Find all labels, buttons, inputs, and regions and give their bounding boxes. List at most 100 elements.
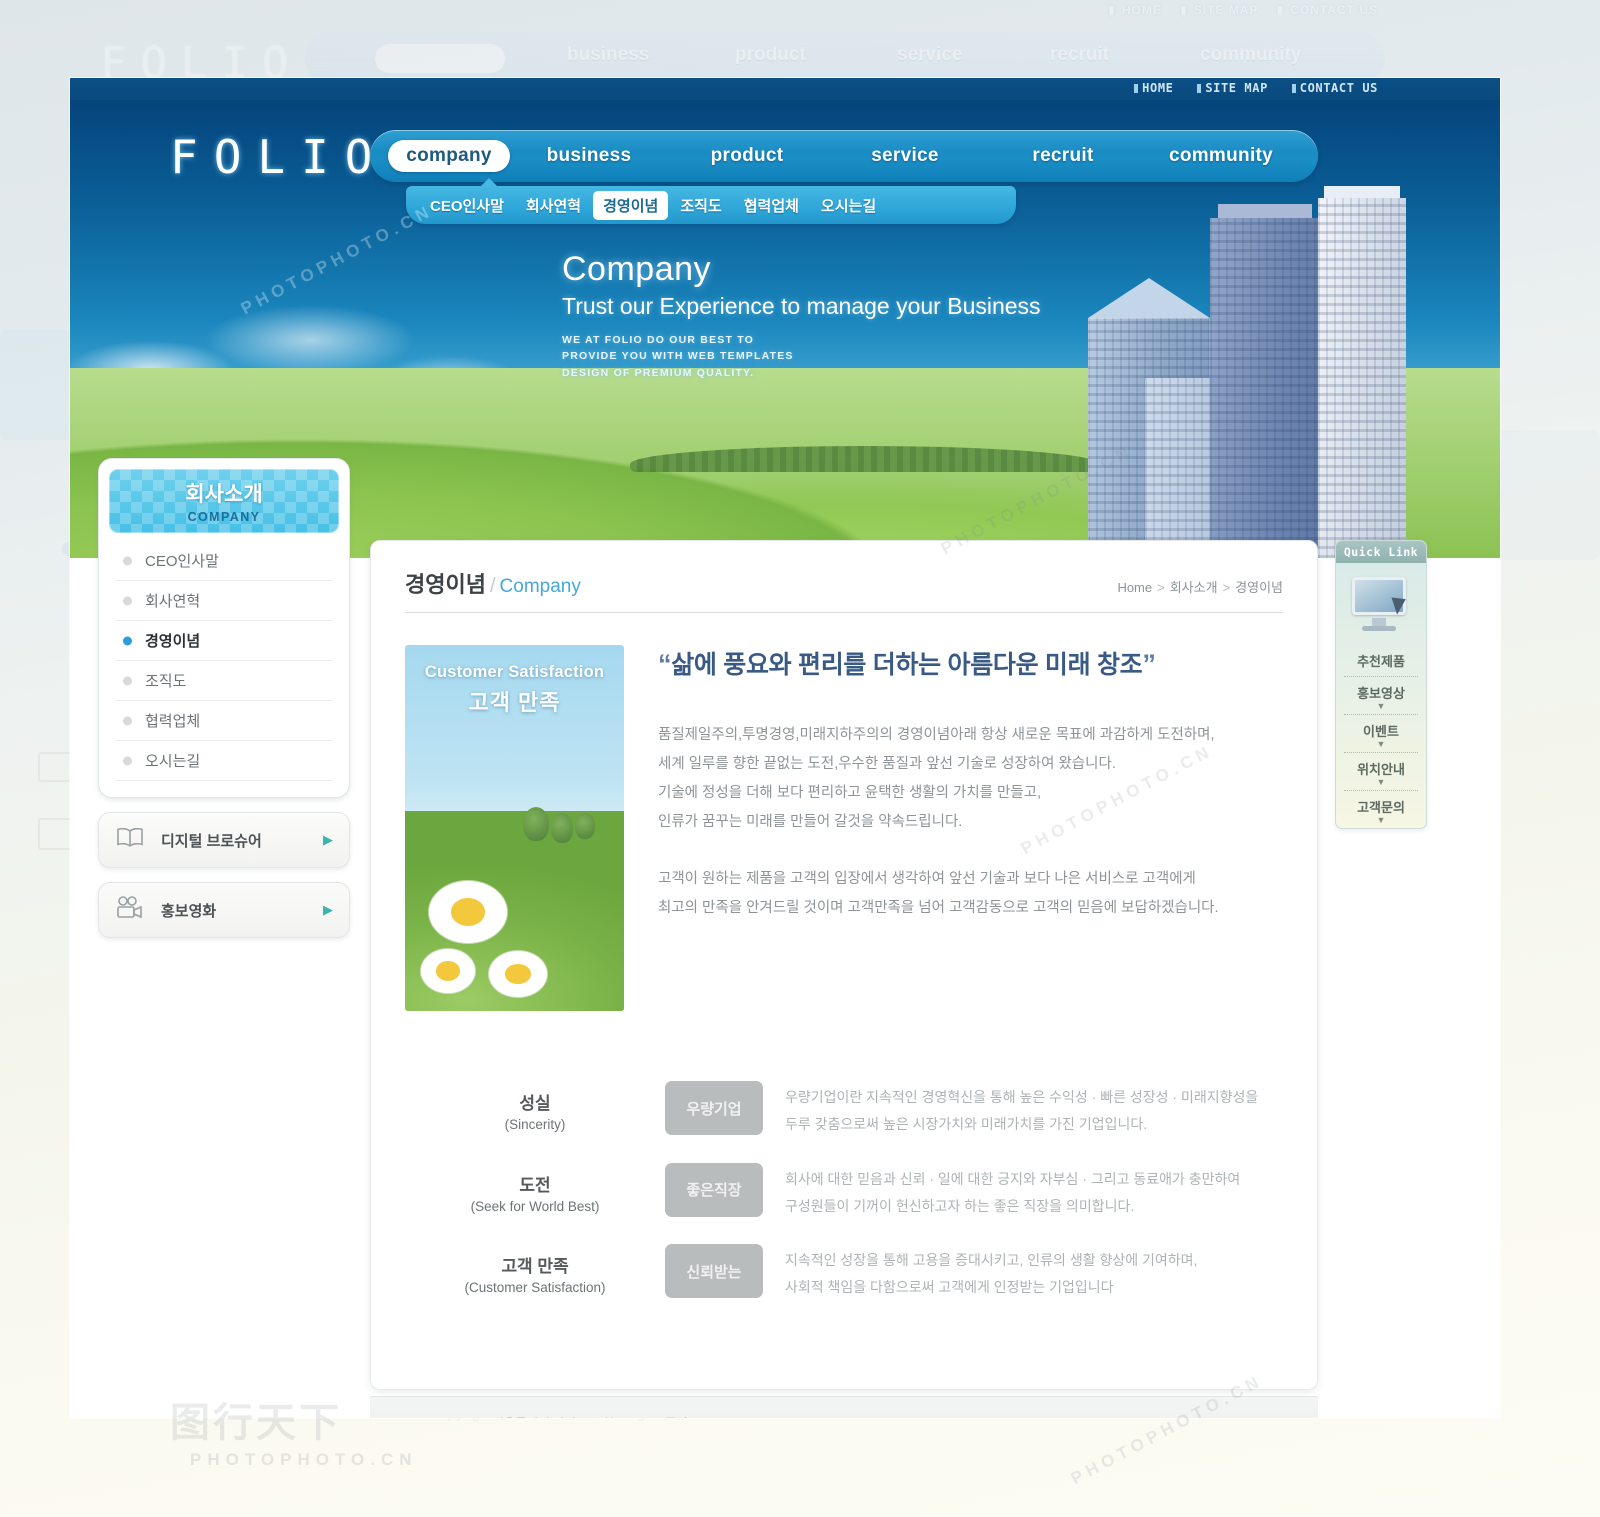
ghost-top-link-0: HOME <box>1121 3 1162 17</box>
utility-link-home[interactable]: HOME <box>1134 81 1173 95</box>
ghost-nav: company business product service recruit… <box>305 32 1385 84</box>
value-label-2: 도전 (Seek for World Best) <box>405 1163 665 1214</box>
ghost-nav-item-4: recruit <box>1050 44 1110 65</box>
quicklink-item-3-label: 위치안내 <box>1357 762 1405 777</box>
value-label-en: (Customer Satisfaction) <box>464 1280 606 1296</box>
utility-link-contact-label: CONTACT US <box>1299 81 1378 95</box>
nav-item-service[interactable]: service <box>826 145 984 167</box>
values-table: 성실 (Sincerity) 우량기업 우량기업이란 지속적인 경영혁신을 통해… <box>405 1081 1283 1302</box>
sidebar-button-movie-label: 홍보영화 <box>161 902 217 920</box>
value-desc-1: 우량기업이란 지속적인 경영혁신을 통해 높은 수익성 · 빠른 성장성 · 미… <box>785 1089 1259 1133</box>
bullet-icon <box>1134 84 1139 93</box>
hero-blurb: WE AT FOLIO DO OUR BEST TO PROVIDE YOU W… <box>562 334 794 379</box>
quicklink-item-2[interactable]: 이벤트 ▼ <box>1336 715 1426 752</box>
value-tag-2: 좋은직장 <box>665 1162 763 1217</box>
page-header: 경영이념 / Company Home > 회사소개 > 경영이념 <box>405 567 1283 613</box>
sidebar-item-philosophy[interactable]: 경영이념 <box>115 621 333 661</box>
value-desc-3: 지속적인 성장을 통해 고용을 증대시키고, 인류의 생활 향상에 기여하며, … <box>785 1252 1198 1296</box>
ghost-top-link-1: SITE MAP <box>1193 3 1259 17</box>
sidebar-item-history[interactable]: 회사연혁 <box>115 581 333 621</box>
daisy-graphic <box>489 951 547 997</box>
ghost-nav-item-2: product <box>735 44 806 65</box>
sidebar-header: 회사소개 COMPANY <box>109 469 339 533</box>
value-label-1: 성실 (Sincerity) <box>405 1081 665 1132</box>
sidebar-button-brochure[interactable]: 디지털 브로슈어 ▶ <box>98 812 350 868</box>
tree-graphic <box>551 813 573 843</box>
hero-copy: Company Trust our Experience to manage y… <box>562 250 1041 381</box>
ghost-topbar-links: ▮ HOME ▮ SITE MAP ▮ CONTACT US <box>1108 3 1378 17</box>
quicklink-item-2-label: 이벤트 <box>1363 724 1399 739</box>
page-title-slash: / <box>489 575 496 597</box>
nav-item-company[interactable]: company <box>388 140 510 172</box>
value-label-en: (Seek for World Best) <box>470 1198 600 1214</box>
utility-link-sitemap-label: SITE MAP <box>1205 81 1268 95</box>
sidebar-card: 회사소개 COMPANY CEO인사말 회사연혁 경영이념 조직도 협력업체 오… <box>98 458 350 798</box>
chevron-down-icon: ▼ <box>1376 739 1386 749</box>
breadcrumb-company[interactable]: 회사소개 <box>1170 580 1218 595</box>
value-label-kr: 고객 만족 <box>501 1257 569 1277</box>
quicklink-item-0[interactable]: 추천제품 <box>1336 645 1426 676</box>
sidebar-item-org[interactable]: 조직도 <box>115 661 333 701</box>
nav-item-product[interactable]: product <box>668 145 826 167</box>
site-logo[interactable]: FOLIO <box>170 130 388 184</box>
subnav-item-org[interactable]: 조직도 <box>670 191 731 220</box>
bullet-icon <box>1291 84 1296 93</box>
top-utility-bar: HOME SITE MAP CONTACT US <box>70 78 1500 100</box>
breadcrumb-home[interactable]: Home <box>1117 580 1152 595</box>
page-title-en: Company <box>499 576 581 597</box>
site-footer: FOLIO 서울특별시 강남구 논현동 123-7 폴리오 (우) 123-45… <box>370 1396 1318 1418</box>
sidebar-item-ceo[interactable]: CEO인사말 <box>115 541 333 581</box>
subnav-item-history[interactable]: 회사연혁 <box>516 191 591 220</box>
utility-links: HOME SITE MAP CONTACT US <box>1118 81 1378 95</box>
table-row: 도전 (Seek for World Best) 좋은직장 회사에 대한 믿음과… <box>405 1162 1283 1221</box>
sidebar-button-movie[interactable]: 홍보영화 ▶ <box>98 882 350 938</box>
chevron-right-icon: ▶ <box>323 832 333 847</box>
sidebar-button-brochure-label: 디지털 브로슈어 <box>161 832 262 850</box>
sidebar-menu: CEO인사말 회사연혁 경영이념 조직도 협력업체 오시는길 <box>109 541 339 781</box>
sidebar: 회사소개 COMPANY CEO인사말 회사연혁 경영이념 조직도 협력업체 오… <box>98 458 350 938</box>
subnav-item-ceo[interactable]: CEO인사말 <box>420 191 514 220</box>
tree-graphic <box>575 813 595 839</box>
nav-item-community[interactable]: community <box>1142 145 1300 167</box>
breadcrumb: Home > 회사소개 > 경영이념 <box>1117 577 1283 596</box>
breadcrumb-sep: > <box>1222 580 1231 595</box>
subnav-item-philosophy[interactable]: 경영이념 <box>593 190 669 220</box>
ghost-nav-item-5: community <box>1200 44 1302 65</box>
subnav-item-directions[interactable]: 오시는길 <box>811 191 886 220</box>
photo-caption-kr: 고객 만족 <box>468 690 561 715</box>
quote-open-mark: “ <box>658 649 672 679</box>
sidebar-header-kr: 회사소개 <box>185 483 263 506</box>
quicklink-item-3[interactable]: 위치안내 ▼ <box>1336 753 1426 790</box>
ghost-top-link-2: CONTACT US <box>1290 3 1378 17</box>
quicklink-item-4-label: 고객문의 <box>1357 800 1405 815</box>
quicklink-item-1[interactable]: 홍보영상 ▼ <box>1336 677 1426 714</box>
ghost-nav-item-1: business <box>567 44 650 65</box>
utility-link-contact[interactable]: CONTACT US <box>1291 81 1378 95</box>
building-graphic-4 <box>1318 186 1406 558</box>
paragraph-1: 품질제일주의,투명경영,미래지하주의의 경영이념아래 항상 새로운 목표에 과감… <box>658 727 1215 830</box>
value-label-en: (Sincerity) <box>504 1117 566 1132</box>
quicklink-item-1-label: 홍보영상 <box>1357 686 1405 701</box>
value-label-kr: 성실 <box>519 1094 551 1113</box>
footer-address-block: 서울특별시 강남구 논현동 123-7 폴리오 (우) 123-456 Copy… <box>492 1414 772 1418</box>
book-icon <box>115 827 145 854</box>
quicklink-item-0-label: 추천제품 <box>1357 654 1405 669</box>
philosophy-photo: Customer Satisfaction 고객 만족 <box>405 645 624 1011</box>
quicklink-item-4[interactable]: 고객문의 ▼ <box>1336 791 1426 828</box>
subnav-item-partners[interactable]: 협력업체 <box>734 191 809 220</box>
monitor-icon <box>1336 571 1426 645</box>
sidebar-item-partners[interactable]: 협력업체 <box>115 701 333 741</box>
site-window: HOME SITE MAP CONTACT US FOLIO Company T… <box>70 78 1500 1418</box>
sidebar-item-directions[interactable]: 오시는길 <box>115 741 333 781</box>
chevron-down-icon: ▼ <box>1376 777 1386 787</box>
bullet-icon <box>1197 84 1202 93</box>
nav-item-business[interactable]: business <box>510 145 668 167</box>
chevron-down-icon: ▼ <box>1376 815 1386 825</box>
table-row: 성실 (Sincerity) 우량기업 우량기업이란 지속적인 경영혁신을 통해… <box>405 1081 1283 1139</box>
footer-address: 서울특별시 강남구 논현동 123-7 폴리오 (우) 123-456 <box>492 1414 772 1418</box>
quicklink-title: Quick Link <box>1336 541 1426 563</box>
utility-link-sitemap[interactable]: SITE MAP <box>1197 81 1268 95</box>
ghost-active-pill <box>375 44 505 73</box>
nav-item-recruit[interactable]: recruit <box>984 145 1142 167</box>
value-tag-1: 우량기업 <box>665 1081 763 1135</box>
